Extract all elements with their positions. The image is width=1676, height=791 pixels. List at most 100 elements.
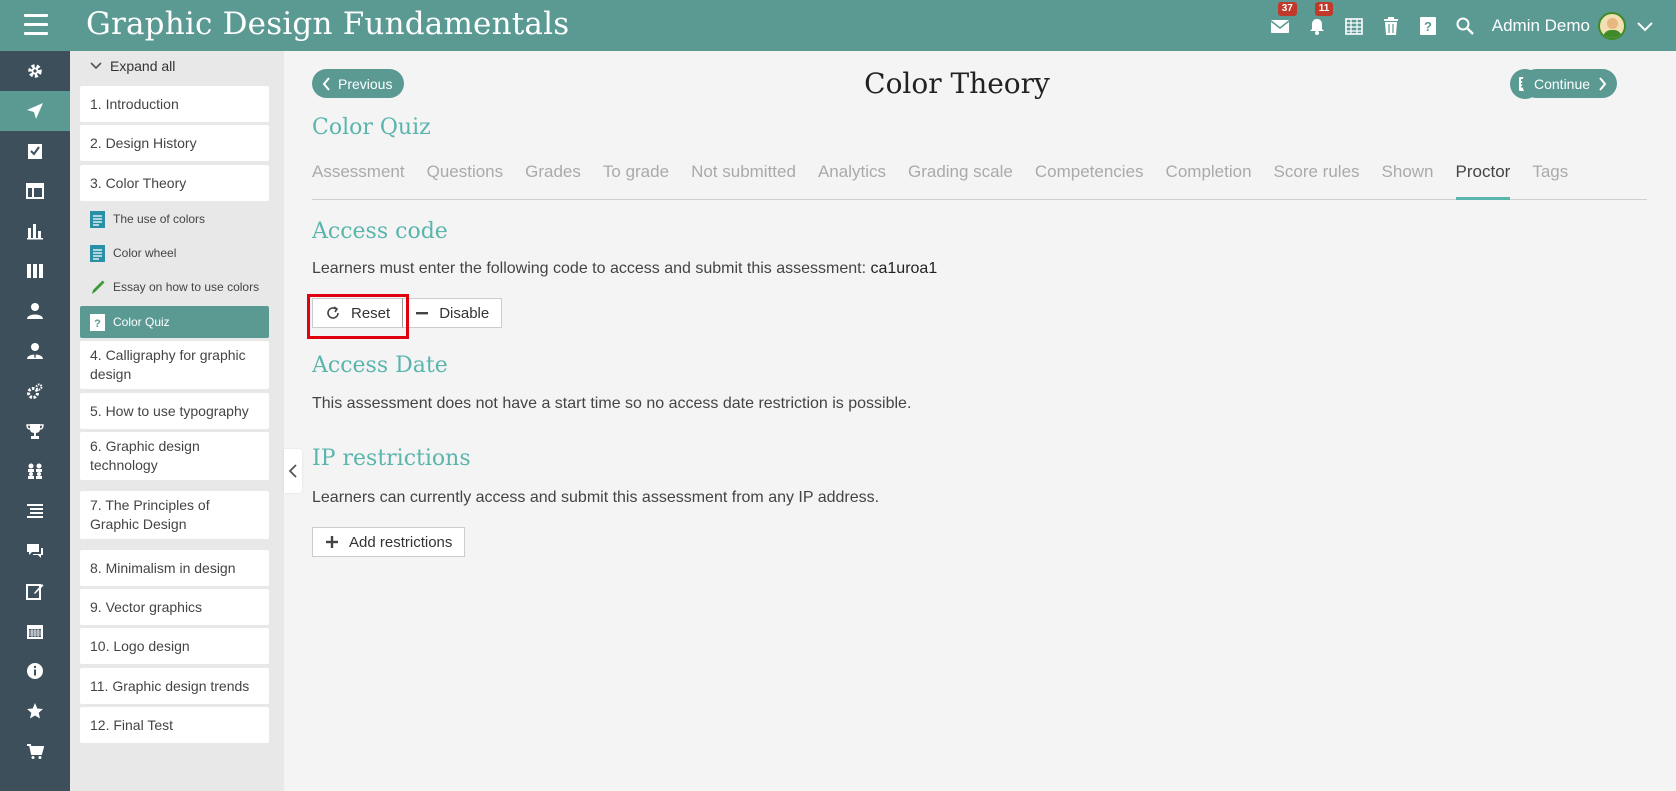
ip-restrictions-title: IP restrictions (312, 446, 471, 471)
search-icon[interactable] (1455, 16, 1475, 36)
notification-badge: 11 (1314, 1, 1334, 16)
outline-item-label: 7. The Principles of Graphic Design (90, 497, 210, 532)
continue-label: Continue (1534, 75, 1591, 92)
rail-chat[interactable] (0, 531, 70, 571)
tab-bar: Assessment Questions Grades To grade Not… (312, 157, 1647, 200)
rail-settings[interactable] (0, 51, 70, 91)
outline-item-principles[interactable]: 7. The Principles of Graphic Design (80, 491, 269, 539)
tab-not-submitted[interactable]: Not submitted (691, 157, 796, 200)
menu-icon[interactable] (24, 14, 48, 36)
outline-item-logo-design[interactable]: 10. Logo design (80, 628, 269, 664)
disable-button[interactable]: Disable (403, 298, 503, 328)
access-code-title: Access code (312, 219, 448, 244)
mail-icon[interactable]: 37 (1270, 1, 1297, 36)
outline-item-design-history[interactable]: 2. Design History (80, 125, 269, 161)
tab-to-grade[interactable]: To grade (603, 157, 669, 200)
collapse-sidebar-button[interactable] (284, 449, 302, 493)
course-outline: Expand all 1. Introduction 2. Design His… (70, 51, 284, 791)
help-icon[interactable]: ? (1418, 16, 1438, 36)
rail-list[interactable] (0, 491, 70, 531)
outline-item-label: 10. Logo design (90, 637, 190, 654)
gear-icon (28, 64, 42, 78)
layout-icon (26, 183, 44, 199)
expand-all-toggle[interactable]: Expand all (90, 58, 175, 74)
outline-item-technology[interactable]: 6. Graphic design technology (80, 432, 269, 480)
list-icon (27, 504, 43, 518)
tab-grading-scale[interactable]: Grading scale (908, 157, 1013, 200)
expand-all-label: Expand all (110, 58, 176, 74)
outline-subitem-label: Essay on how to use colors (113, 280, 260, 294)
outline-item-final-test[interactable]: 12. Final Test (80, 707, 269, 743)
tab-shown[interactable]: Shown (1382, 157, 1434, 200)
outline-item-vector-graphics[interactable]: 9. Vector graphics (80, 589, 269, 625)
quiz-icon: ? (90, 313, 105, 331)
top-toolbar: 37 11 ? Admin Demo (1270, 0, 1676, 51)
tab-assessment[interactable]: Assessment (312, 157, 405, 200)
user-name[interactable]: Admin Demo (1492, 16, 1590, 36)
gears-icon (27, 383, 43, 399)
ip-restrictions-text: Learners can currently access and submit… (312, 489, 880, 506)
rail-edit[interactable] (0, 571, 70, 611)
svg-text:?: ? (94, 318, 101, 330)
rail-library[interactable] (0, 251, 70, 291)
outline-subitem-color-wheel[interactable]: Color wheel (80, 237, 269, 269)
rail-info[interactable] (0, 651, 70, 691)
rail-navigate[interactable] (0, 91, 70, 131)
pencil-icon (92, 280, 105, 294)
outline-item-trends[interactable]: 11. Graphic design trends (80, 668, 269, 704)
outline-subitem-label: Color wheel (113, 246, 177, 260)
access-code-actions: Reset Disable (307, 294, 503, 339)
outline-item-label: 5. How to use typography (90, 402, 249, 419)
outline-item-calligraphy[interactable]: 4. Calligraphy for graphic design (80, 341, 269, 389)
rail-favorites[interactable] (0, 691, 70, 731)
outline-item-label: 1. Introduction (90, 95, 179, 112)
app-title: Graphic Design Fundamentals (86, 6, 570, 42)
reset-label: Reset (351, 304, 391, 322)
add-restrictions-button[interactable]: Add restrictions (312, 527, 466, 557)
rail-assignments[interactable] (0, 131, 70, 171)
chevron-down-icon[interactable] (1636, 20, 1654, 32)
rail-users[interactable] (0, 291, 70, 331)
location-arrow-icon (27, 103, 43, 119)
tab-tags[interactable]: Tags (1532, 157, 1568, 200)
calendar-icon[interactable] (1344, 16, 1364, 36)
access-code-text: Learners must enter the following code t… (312, 260, 937, 278)
tab-completion[interactable]: Completion (1166, 157, 1252, 200)
outline-subitem-label: The use of colors (113, 212, 206, 226)
continue-button[interactable]: Continue (1522, 69, 1618, 98)
info-icon (27, 663, 43, 679)
outline-item-color-theory[interactable]: 3. Color Theory (80, 165, 269, 201)
icon-rail (0, 51, 70, 791)
outline-subitem-use-of-colors[interactable]: The use of colors (80, 203, 269, 235)
tab-analytics[interactable]: Analytics (818, 157, 886, 200)
tab-competencies[interactable]: Competencies (1035, 157, 1144, 200)
rail-config[interactable] (0, 371, 70, 411)
outline-item-introduction[interactable]: 1. Introduction (80, 86, 269, 122)
tab-score-rules[interactable]: Score rules (1274, 157, 1360, 200)
outline-item-label: 12. Final Test (90, 716, 174, 733)
tab-grades[interactable]: Grades (525, 157, 581, 200)
rail-groups[interactable] (0, 451, 70, 491)
access-date-title: Access Date (312, 353, 448, 378)
page-title: Color Theory (864, 67, 1050, 100)
access-code-description: Learners must enter the following code t… (312, 260, 871, 277)
bell-icon[interactable]: 11 (1307, 1, 1334, 36)
avatar[interactable] (1598, 11, 1626, 40)
outline-subitem-essay[interactable]: Essay on how to use colors (80, 271, 269, 303)
rail-courses[interactable] (0, 171, 70, 211)
trophy-icon (26, 424, 44, 439)
outline-item-label: 2. Design History (90, 134, 197, 151)
rail-reports[interactable] (0, 211, 70, 251)
tab-proctor[interactable]: Proctor (1455, 157, 1511, 200)
tab-questions[interactable]: Questions (427, 157, 504, 200)
outline-subitem-color-quiz[interactable]: ? Color Quiz (80, 306, 269, 338)
rail-achievements[interactable] (0, 411, 70, 451)
outline-item-minimalism[interactable]: 8. Minimalism in design (80, 550, 269, 586)
rail-user-tie[interactable] (0, 331, 70, 371)
rail-cart[interactable] (0, 731, 70, 771)
reset-button[interactable]: Reset (312, 298, 404, 328)
rail-calendar[interactable] (0, 611, 70, 651)
trash-icon[interactable] (1381, 16, 1401, 36)
minus-icon (416, 312, 429, 315)
outline-item-typography[interactable]: 5. How to use typography (80, 393, 269, 429)
